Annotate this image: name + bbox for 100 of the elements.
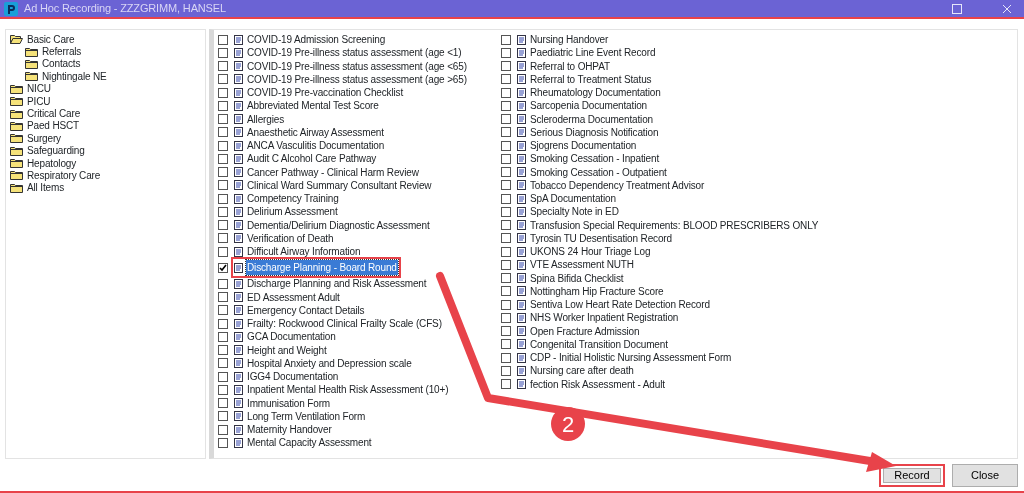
checkbox[interactable] <box>218 398 228 409</box>
checkbox[interactable] <box>218 47 228 58</box>
form-item[interactable]: Referral to Treatment Status <box>529 71 653 87</box>
checkbox[interactable] <box>501 74 511 85</box>
checkbox[interactable] <box>501 153 511 164</box>
checkbox[interactable] <box>218 87 228 98</box>
dialog-button[interactable]: Record <box>879 463 945 487</box>
form-item[interactable]: COVID-19 Pre-illness status assessment (age <1) <box>246 45 463 61</box>
checkbox[interactable] <box>501 326 511 337</box>
form-item[interactable]: UKONS 24 Hour Triage Log <box>529 244 652 260</box>
checkbox[interactable] <box>218 167 228 178</box>
form-item[interactable]: Clinical Ward Summary Consultant Review <box>246 177 433 193</box>
form-item[interactable]: Congenital Transition Document <box>529 336 669 352</box>
form-item[interactable]: Sarcopenia Documentation <box>529 98 649 114</box>
checkbox[interactable] <box>218 140 228 151</box>
maximize-icon[interactable] <box>952 3 962 14</box>
form-item[interactable]: Allergies <box>246 111 285 127</box>
checkbox[interactable] <box>218 292 228 303</box>
form-item[interactable]: Difficult Airway Information <box>246 244 362 260</box>
checkbox[interactable] <box>218 384 228 395</box>
checkbox[interactable] <box>501 140 511 151</box>
checkbox[interactable] <box>501 167 511 178</box>
form-item[interactable]: Referral to OHPAT <box>529 58 611 74</box>
checkbox[interactable] <box>501 273 511 284</box>
checkbox[interactable] <box>501 339 511 350</box>
checkbox[interactable] <box>218 153 228 164</box>
form-item[interactable]: Nottingham Hip Fracture Score <box>529 283 665 299</box>
checkbox[interactable] <box>501 34 511 45</box>
form-item[interactable]: CDP - Initial Holistic Nursing Assessment Form <box>529 350 733 366</box>
form-item[interactable]: Specialty Note in ED <box>529 204 620 220</box>
checkbox[interactable] <box>218 127 228 138</box>
checkbox[interactable] <box>501 286 511 297</box>
form-item[interactable]: ED Assessment Adult <box>246 289 341 305</box>
form-item[interactable]: Verification of Death <box>246 230 335 246</box>
form-item[interactable]: GCA Documentation <box>246 329 337 345</box>
checkbox[interactable] <box>218 233 228 244</box>
checkbox[interactable] <box>218 34 228 45</box>
checkbox[interactable] <box>218 114 228 125</box>
checkbox[interactable] <box>218 100 228 111</box>
form-item[interactable]: Open Fracture Admission <box>529 323 641 339</box>
checkbox[interactable] <box>501 246 511 257</box>
form-item[interactable]: Abbreviated Mental Test Score <box>246 98 380 114</box>
form-item[interactable]: Emergency Contact Details <box>246 302 366 318</box>
checkbox[interactable] <box>218 278 228 289</box>
form-item[interactable]: Sentiva Low Heart Rate Detection Record <box>529 297 711 313</box>
form-item[interactable]: COVID-19 Admission Screening <box>246 32 387 48</box>
tree-item[interactable]: Respiratory Care <box>27 168 101 183</box>
checkbox[interactable] <box>218 318 228 329</box>
form-item[interactable]: Discharge Planning and Risk Assessment <box>246 276 428 292</box>
form-item[interactable]: Paediatric Line Event Record <box>529 45 657 61</box>
tree-item[interactable]: All Items <box>27 180 64 196</box>
checkbox[interactable] <box>501 61 511 72</box>
form-item[interactable]: Sjogrens Documentation <box>529 138 638 154</box>
form-item[interactable]: Maternity Handover <box>246 422 333 438</box>
dialog-button[interactable]: Close <box>952 463 1018 487</box>
form-item[interactable]: Scleroderma Documentation <box>529 111 654 127</box>
form-item[interactable]: Audit C Alcohol Care Pathway <box>246 151 378 167</box>
checkbox[interactable] <box>218 371 228 382</box>
form-item[interactable]: Cancer Pathway - Clinical Harm Review <box>246 164 420 180</box>
close-icon[interactable] <box>1002 3 1012 14</box>
checkbox[interactable] <box>501 220 511 231</box>
checkbox[interactable] <box>218 220 228 231</box>
checkbox[interactable] <box>501 206 511 217</box>
checkbox[interactable] <box>501 100 511 111</box>
checkbox[interactable] <box>218 305 228 316</box>
form-item[interactable]: NHS Worker Inpatient Registration <box>529 310 680 326</box>
form-item[interactable]: Anaesthetic Airway Assessment <box>246 124 385 140</box>
checkbox[interactable] <box>218 246 228 257</box>
checkbox[interactable] <box>218 262 228 273</box>
checkbox[interactable] <box>501 365 511 376</box>
form-item[interactable]: Transfusion Special Requirements: BLOOD PRESCRIBERS ONLY <box>529 217 820 233</box>
checkbox[interactable] <box>501 312 511 323</box>
form-item[interactable]: ANCA Vasculitis Documentation <box>246 138 386 154</box>
form-item[interactable]: Rheumatology Documentation <box>529 85 662 101</box>
form-item[interactable]: Discharge Planning - Board Round <box>246 260 398 276</box>
form-item[interactable]: IGG4 Documentation <box>246 369 340 385</box>
form-item[interactable]: Competency Training <box>246 191 340 207</box>
checkbox[interactable] <box>218 206 228 217</box>
form-item[interactable]: Dementia/Delirium Diagnostic Assessment <box>246 217 431 233</box>
form-item[interactable]: Hospital Anxiety and Depression scale <box>246 355 413 371</box>
checkbox[interactable] <box>218 358 228 369</box>
checkbox[interactable] <box>501 47 511 58</box>
form-item[interactable]: Inpatient Mental Health Risk Assessment (10+) <box>246 382 450 398</box>
form-item[interactable]: Smoking Cessation - Outpatient <box>529 164 668 180</box>
form-item[interactable]: VTE Assessment NUTH <box>529 257 635 273</box>
form-item[interactable]: Smoking Cessation - Inpatient <box>529 151 661 167</box>
form-item[interactable]: Frailty: Rockwood Clinical Frailty Scale (CFS) <box>246 316 443 332</box>
form-item[interactable]: COVID-19 Pre-vaccination Checklist <box>246 85 405 101</box>
checkbox[interactable] <box>218 74 228 85</box>
checkbox[interactable] <box>501 127 511 138</box>
form-item[interactable]: Spina Bifida Checklist <box>529 270 625 286</box>
form-item[interactable]: Delirium Assessment <box>246 204 339 220</box>
checkbox[interactable] <box>501 352 511 363</box>
checkbox[interactable] <box>218 437 228 448</box>
checkbox[interactable] <box>501 233 511 244</box>
form-item[interactable]: Serious Diagnosis Notification <box>529 124 660 140</box>
tree-item[interactable]: Basic Care <box>27 31 75 47</box>
form-item[interactable]: SpA Documentation <box>529 191 617 207</box>
checkbox[interactable] <box>218 411 228 422</box>
form-item[interactable]: Tyrosin TU Desentisation Record <box>529 230 673 246</box>
